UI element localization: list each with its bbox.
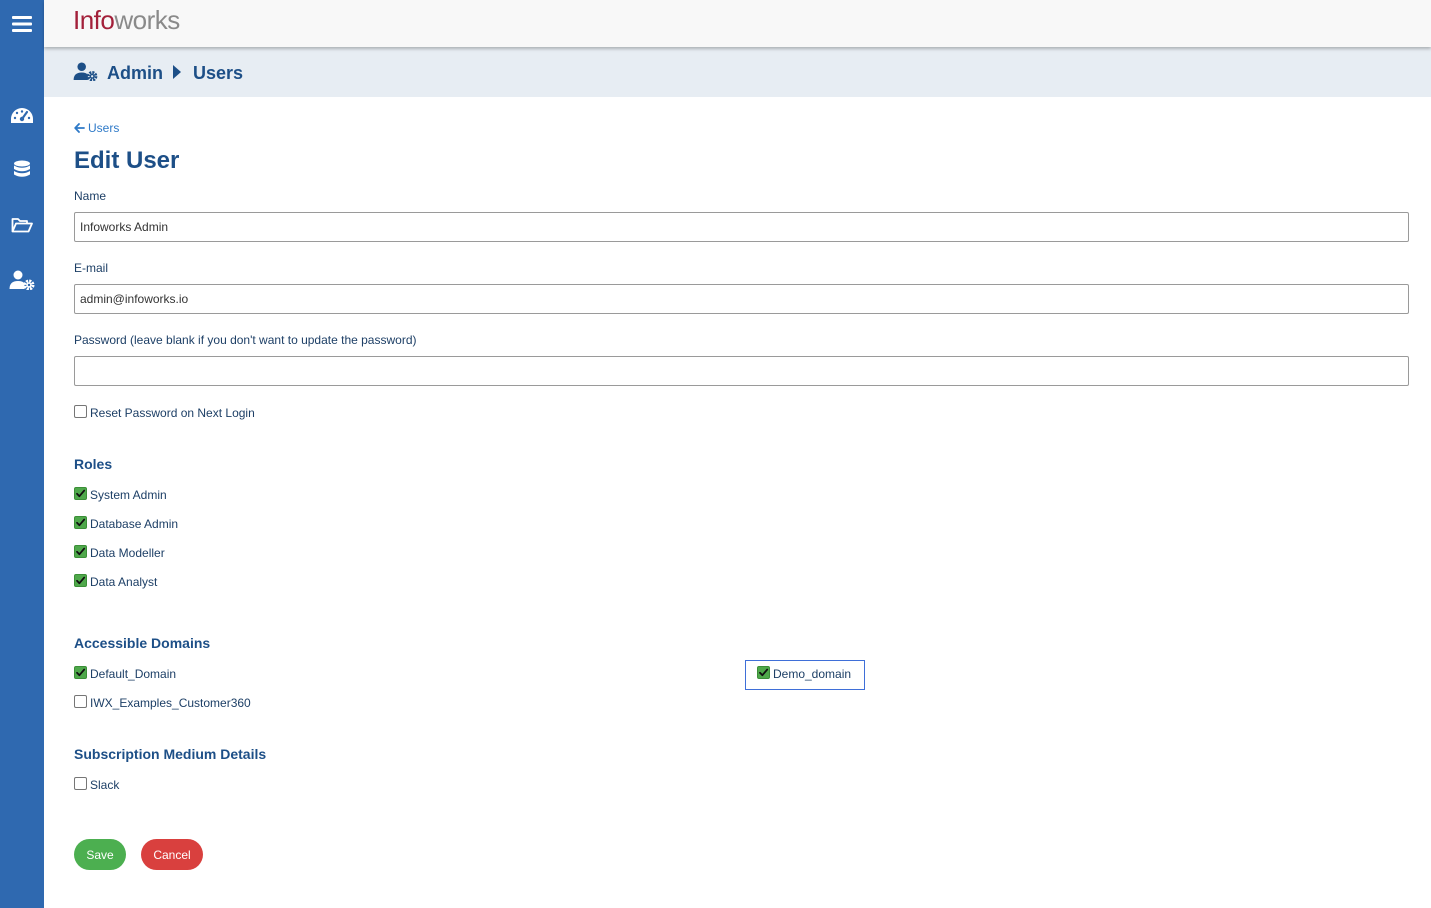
reset-password-label: Reset Password on Next Login <box>90 406 255 420</box>
domain-default-domain[interactable]: Default_Domain <box>74 665 177 681</box>
role-system-admin[interactable]: System Admin <box>74 486 167 502</box>
checkbox-checked-icon[interactable] <box>74 515 87 529</box>
domain-label: Default_Domain <box>90 667 177 681</box>
checkbox-checked-icon[interactable] <box>757 665 770 679</box>
infoworks-logo[interactable]: Infoworks <box>73 5 180 36</box>
checkbox-checked-icon[interactable] <box>74 573 87 587</box>
role-data-modeller[interactable]: Data Modeller <box>74 544 165 560</box>
checkbox-checked-icon[interactable] <box>74 544 87 558</box>
hamburger-menu-icon[interactable] <box>0 0 44 47</box>
name-label: Name <box>74 189 107 203</box>
subscription-heading: Subscription Medium Details <box>74 746 267 762</box>
checkbox-unchecked-icon[interactable] <box>74 694 87 708</box>
email-field[interactable] <box>74 284 1409 314</box>
name-field[interactable] <box>74 212 1409 242</box>
caret-right-icon <box>173 65 181 84</box>
back-to-users-link[interactable]: Users <box>74 121 119 135</box>
breadcrumb-admin[interactable]: Admin <box>107 63 163 84</box>
arrow-left-icon <box>74 123 85 133</box>
role-label: Data Modeller <box>90 546 165 560</box>
reset-password-checkbox[interactable]: Reset Password on Next Login <box>74 404 255 420</box>
page-title: Edit User <box>74 147 180 174</box>
user-settings-icon <box>73 62 98 86</box>
checkbox-unchecked-icon[interactable] <box>74 776 87 790</box>
domain-label: Demo_domain <box>773 667 852 681</box>
subscription-slack[interactable]: Slack <box>74 776 120 792</box>
role-label: Data Analyst <box>90 575 158 589</box>
role-label: System Admin <box>90 488 167 502</box>
folder-open-icon[interactable] <box>0 205 44 245</box>
database-icon[interactable] <box>0 150 44 190</box>
dashboard-icon[interactable] <box>0 96 44 136</box>
password-field[interactable] <box>74 356 1409 386</box>
checkbox-checked-icon[interactable] <box>74 486 87 500</box>
domain-demo-domain[interactable]: Demo_domain <box>757 665 852 681</box>
breadcrumb: Admin Users <box>44 47 1431 97</box>
role-label: Database Admin <box>90 517 179 531</box>
subscription-label: Slack <box>90 778 120 792</box>
role-data-analyst[interactable]: Data Analyst <box>74 573 158 589</box>
domain-iwx-examples-customer360[interactable]: IWX_Examples_Customer360 <box>74 694 251 710</box>
save-button[interactable]: Save <box>74 839 126 870</box>
checkbox-checked-icon[interactable] <box>74 665 87 679</box>
cancel-button[interactable]: Cancel <box>141 839 203 870</box>
checkbox-unchecked-icon[interactable] <box>74 404 87 418</box>
sidebar <box>0 0 44 908</box>
roles-heading: Roles <box>74 456 113 472</box>
breadcrumb-users: Users <box>193 63 244 83</box>
user-settings-icon[interactable] <box>0 260 44 300</box>
email-label: E-mail <box>74 261 109 275</box>
domain-label: IWX_Examples_Customer360 <box>90 696 251 710</box>
back-link-label: Users <box>88 121 120 135</box>
top-bar: Infoworks <box>44 0 1431 47</box>
accessible-domains-heading: Accessible Domains <box>74 635 211 651</box>
password-label: Password (leave blank if you don't want … <box>74 333 417 347</box>
role-database-admin[interactable]: Database Admin <box>74 515 179 531</box>
